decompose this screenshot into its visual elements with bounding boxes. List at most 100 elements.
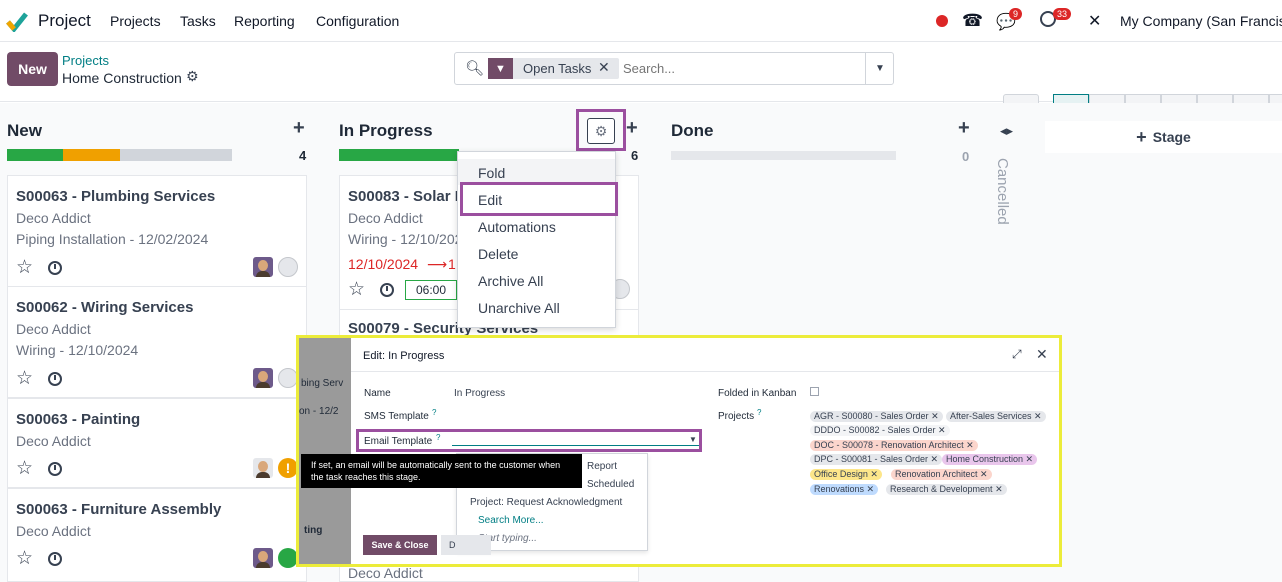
name-field[interactable]: In Progress — [454, 388, 505, 399]
help-icon[interactable]: ? — [436, 433, 440, 442]
project-tag[interactable]: Research & Development ✕ — [886, 484, 1007, 495]
stage-settings-menu: Fold Edit Automations Delete Archive All… — [457, 151, 618, 328]
menu-reporting[interactable]: Reporting — [234, 13, 295, 29]
menu-tasks[interactable]: Tasks — [180, 13, 216, 29]
project-app-icon[interactable] — [6, 10, 28, 32]
menu-item-unarchive-all[interactable]: Unarchive All — [478, 300, 560, 316]
star-icon[interactable]: ☆ — [16, 256, 33, 279]
search-dropdown-toggle[interactable]: ▼ — [865, 53, 894, 84]
progress-bar-in-progress[interactable] — [339, 149, 459, 161]
activity-count-badge: 33 — [1053, 8, 1072, 20]
activity-clock-icon[interactable] — [380, 283, 394, 297]
project-tag-label: DPC - S00081 - Sales Order — [814, 454, 929, 464]
project-tag-label: Office Design — [814, 469, 868, 479]
search-icon[interactable]: 🔍︎ — [465, 59, 484, 77]
menu-item-delete[interactable]: Delete — [478, 246, 518, 262]
avatar[interactable] — [253, 257, 273, 277]
unfold-column-icon[interactable]: ◂▸ — [1000, 123, 1013, 139]
new-button[interactable]: New — [7, 52, 58, 86]
email-template-input[interactable] — [452, 445, 699, 446]
project-tag-label: Research & Development — [890, 484, 993, 494]
phone-icon[interactable]: ☎ — [962, 11, 983, 31]
project-tag-label: DOC - S00078 - Renovation Architect — [814, 440, 964, 450]
project-tag-label: Renovation Architect — [895, 469, 978, 479]
column-title-new[interactable]: New — [7, 121, 42, 141]
app-name[interactable]: Project — [38, 11, 91, 31]
save-close-button[interactable]: Save & Close — [363, 535, 437, 555]
gear-icon[interactable]: ⚙ — [186, 68, 199, 85]
chevron-down-icon[interactable]: ▼ — [689, 435, 697, 444]
add-task-in-progress-icon[interactable]: + — [626, 117, 638, 140]
column-settings-gear-icon[interactable]: ⚙ — [587, 118, 615, 144]
tools-icon[interactable]: ✕ — [1088, 11, 1101, 31]
add-stage-button[interactable]: + Stage — [1045, 121, 1282, 153]
status-circle-icon[interactable] — [278, 368, 298, 388]
status-circle-icon[interactable] — [278, 257, 298, 277]
task-card[interactable]: S00063 - Furniture Assembly Deco Addict … — [7, 488, 307, 582]
task-card[interactable]: S00063 - Painting Deco Addict ☆ ! — [7, 398, 307, 488]
dropdown-option[interactable]: Scheduled — [587, 479, 634, 490]
avatar[interactable] — [253, 458, 273, 478]
avatar[interactable] — [253, 368, 273, 388]
close-icon[interactable]: ✕ — [1036, 346, 1048, 363]
task-customer: Deco Addict — [16, 523, 91, 539]
activity-clock-icon[interactable] — [48, 462, 62, 476]
menu-item-automations[interactable]: Automations — [478, 219, 556, 235]
menu-configuration[interactable]: Configuration — [316, 13, 399, 29]
task-card[interactable]: S00062 - Wiring Services Deco Addict Wir… — [7, 286, 307, 398]
breadcrumb-projects[interactable]: Projects — [62, 53, 109, 68]
dropdown-option[interactable]: Report — [587, 461, 617, 472]
menu-projects[interactable]: Projects — [110, 13, 161, 29]
add-task-new-icon[interactable]: + — [293, 117, 305, 140]
search-more-link[interactable]: Search More... — [478, 515, 544, 526]
help-icon[interactable]: ? — [432, 408, 436, 417]
project-tag-label: Home Construction — [946, 454, 1024, 464]
search-input[interactable] — [623, 58, 861, 79]
project-tag[interactable]: Home Construction ✕ — [942, 454, 1038, 465]
star-icon[interactable]: ☆ — [16, 457, 33, 480]
column-title-cancelled[interactable]: Cancelled — [994, 158, 1011, 225]
warning-icon[interactable]: ! — [278, 458, 298, 478]
remove-facet-icon[interactable]: ✕ — [598, 59, 610, 76]
add-task-done-icon[interactable]: + — [958, 117, 970, 140]
project-tag[interactable]: Renovations ✕ — [810, 484, 879, 495]
activity-clock-icon[interactable] — [48, 552, 62, 566]
star-icon[interactable]: ☆ — [16, 367, 33, 390]
menu-item-archive-all[interactable]: Archive All — [478, 273, 543, 289]
project-tag-label: After-Sales Services — [950, 411, 1032, 421]
search-bar: 🔍︎ ▼ Open Tasks ✕ ▼ — [454, 52, 894, 85]
expand-icon[interactable]: ⤢ — [1012, 347, 1022, 362]
filter-facet-label: Open Tasks — [523, 61, 592, 76]
column-title-done[interactable]: Done — [671, 121, 714, 141]
folded-checkbox[interactable] — [810, 387, 819, 396]
project-tag[interactable]: Renovation Architect ✕ — [891, 469, 992, 480]
column-count-in-progress: 6 — [631, 148, 639, 163]
task-card[interactable]: S00063 - Plumbing Services Deco Addict P… — [7, 175, 307, 287]
project-tag[interactable]: DOC - S00078 - Renovation Architect ✕ — [810, 440, 978, 451]
company-switcher[interactable]: My Company (San Francisco) — [1120, 13, 1282, 29]
star-icon[interactable]: ☆ — [348, 278, 365, 301]
menu-item-fold[interactable]: Fold — [478, 165, 505, 181]
help-icon[interactable]: ? — [757, 408, 761, 417]
dropdown-option[interactable]: Project: Request Acknowledgment — [470, 497, 622, 508]
activity-clock-icon[interactable] — [48, 261, 62, 275]
status-dot-icon[interactable] — [936, 15, 948, 27]
project-tag[interactable]: DDDO - S00082 - Sales Order ✕ — [810, 425, 950, 436]
discard-button[interactable]: D — [441, 535, 491, 555]
column-title-in-progress[interactable]: In Progress — [339, 121, 433, 141]
project-tag-label: DDDO - S00082 - Sales Order — [814, 425, 936, 435]
project-tag[interactable]: AGR - S00080 - Sales Order ✕ — [810, 411, 943, 422]
progress-bar-done[interactable] — [671, 151, 896, 160]
project-tag[interactable]: DPC - S00081 - Sales Order ✕ — [810, 454, 943, 465]
progress-bar-new[interactable] — [7, 149, 232, 161]
activity-clock-icon[interactable] — [48, 372, 62, 386]
time-badge[interactable]: 06:00 — [405, 280, 457, 300]
avatar[interactable] — [253, 548, 273, 568]
star-icon[interactable]: ☆ — [16, 547, 33, 570]
project-tag[interactable]: After-Sales Services ✕ — [946, 411, 1046, 422]
project-tag[interactable]: Office Design ✕ — [810, 469, 882, 480]
dialog-backdrop: bing Serv on - 12/2 ting — [299, 338, 351, 564]
task-detail: Wiring - 12/10/202 — [348, 231, 463, 247]
status-circle-icon[interactable] — [278, 548, 298, 568]
menu-item-edit[interactable]: Edit — [478, 192, 502, 208]
